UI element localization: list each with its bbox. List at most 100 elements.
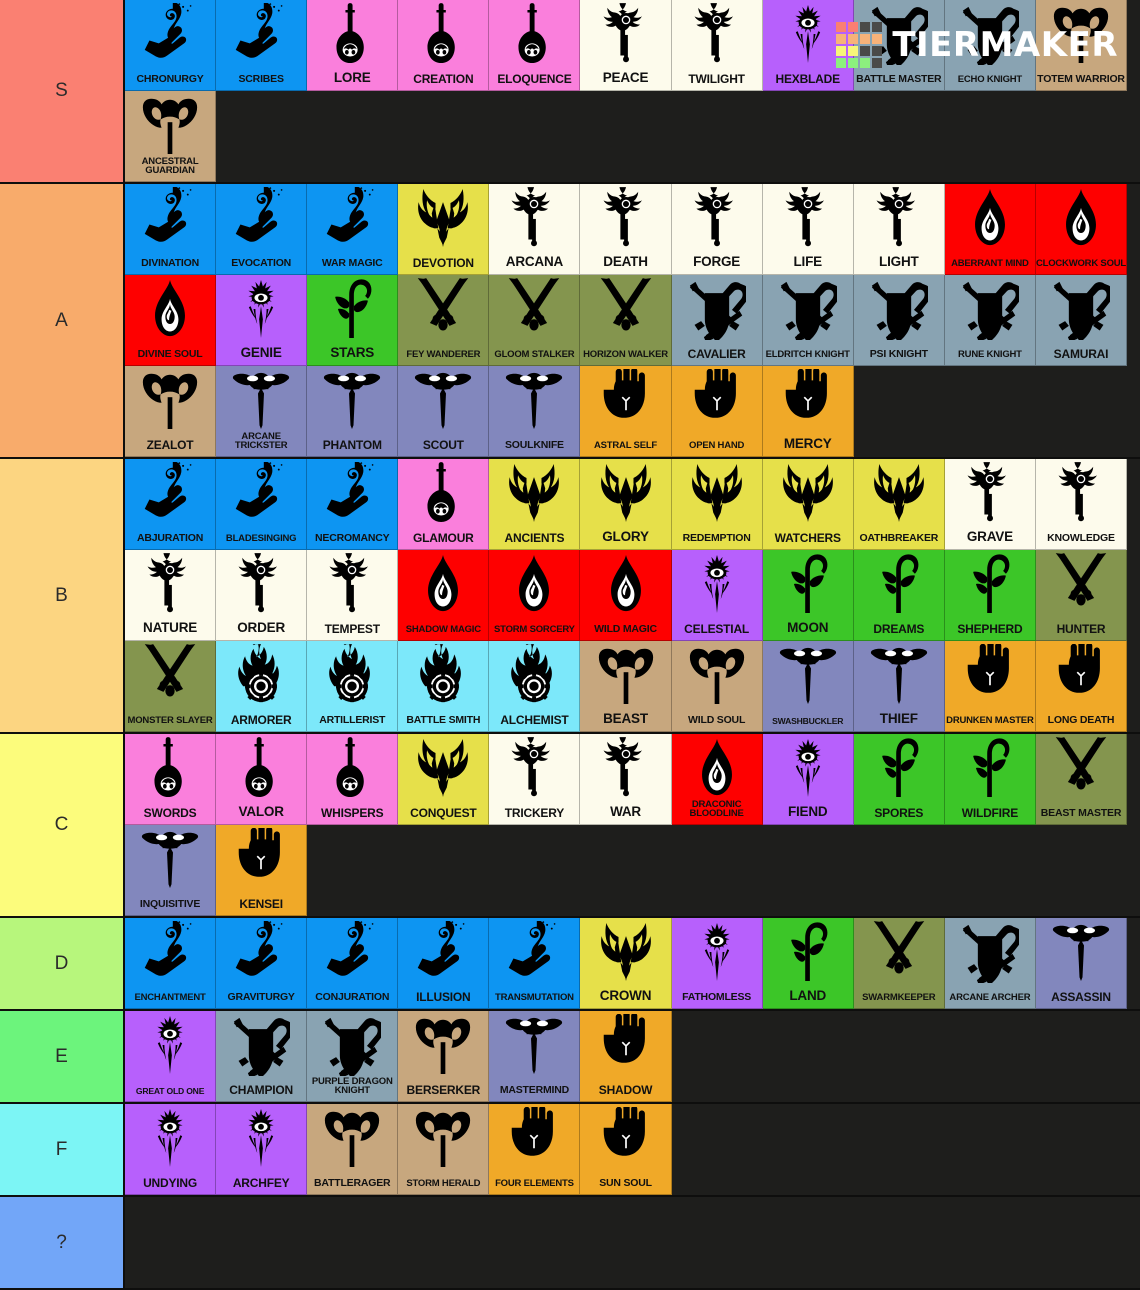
tier-item[interactable]: LAND xyxy=(762,918,854,1009)
tier-item[interactable]: PURPLE DRAGON KNIGHT xyxy=(307,1011,399,1102)
tier-items-e[interactable]: GREAT OLD ONE CHAMPION PURPLE DRAGON KNIGH… xyxy=(125,1011,1140,1102)
tier-item[interactable]: DEATH xyxy=(580,184,672,275)
tier-item[interactable]: WILDFIRE xyxy=(944,734,1036,825)
tier-item[interactable]: BEAST xyxy=(580,641,672,732)
tier-item[interactable]: SHADOW MAGIC xyxy=(398,550,490,641)
tier-item[interactable]: ZEALOT xyxy=(125,366,217,457)
tier-item[interactable]: ANCESTRAL GUARDIAN xyxy=(125,91,217,182)
tier-label-d[interactable]: D xyxy=(0,918,125,1009)
tier-item[interactable]: BERSERKER xyxy=(398,1011,490,1102)
tier-item[interactable]: ARCHFEY xyxy=(216,1104,308,1195)
tier-item[interactable]: EVOCATION xyxy=(216,184,308,275)
tier-item[interactable]: SPORES xyxy=(853,734,945,825)
tier-item[interactable]: INQUISITIVE xyxy=(125,825,217,916)
tier-item[interactable]: ENCHANTMENT xyxy=(125,918,217,1009)
tier-item[interactable]: MERCY xyxy=(762,366,854,457)
tier-item[interactable]: BEAST MASTER xyxy=(1035,734,1128,825)
tier-item[interactable]: NATURE xyxy=(125,550,217,641)
tier-label-unranked[interactable]: ? xyxy=(0,1197,125,1288)
tier-item[interactable]: ALCHEMIST xyxy=(489,641,581,732)
tier-label-b[interactable]: B xyxy=(0,459,125,732)
tier-item[interactable]: KNOWLEDGE xyxy=(1035,459,1128,550)
tier-item[interactable]: PHANTOM xyxy=(307,366,399,457)
tier-item[interactable]: BLADESINGING xyxy=(216,459,308,550)
tier-item[interactable]: MASTERMIND xyxy=(489,1011,581,1102)
tier-items-b[interactable]: ABJURATION BLADESINGING NECROMANCY GLAMOUR A… xyxy=(125,459,1140,732)
tier-item[interactable]: KENSEI xyxy=(216,825,308,916)
tier-item[interactable]: SWARMKEEPER xyxy=(853,918,945,1009)
tier-item[interactable]: SWASHBUCKLER xyxy=(762,641,854,732)
tier-item[interactable]: LONG DEATH xyxy=(1035,641,1128,732)
tier-items-d[interactable]: ENCHANTMENT GRAVITURGY CONJURATION ILLUSION… xyxy=(125,918,1140,1009)
tier-item[interactable]: WATCHERS xyxy=(762,459,854,550)
tier-item[interactable]: GLORY xyxy=(580,459,672,550)
tiermaker-logo[interactable]: TIERMAKER xyxy=(836,22,1118,68)
tier-item[interactable]: HUNTER xyxy=(1035,550,1128,641)
tier-item[interactable]: ORDER xyxy=(216,550,308,641)
tier-item[interactable]: REDEMPTION xyxy=(671,459,763,550)
tier-item[interactable]: ASSASSIN xyxy=(1035,918,1128,1009)
tier-item[interactable]: PEACE xyxy=(580,0,672,91)
tier-item[interactable]: SOULKNIFE xyxy=(489,366,581,457)
tier-item[interactable]: CLOCKWORK SOUL xyxy=(1035,184,1128,275)
tier-item[interactable]: THIEF xyxy=(853,641,945,732)
tier-item[interactable]: CONJURATION xyxy=(307,918,399,1009)
tier-item[interactable]: TRANSMUTATION xyxy=(489,918,581,1009)
tier-item[interactable]: CROWN xyxy=(580,918,672,1009)
tier-item[interactable]: HORIZON WALKER xyxy=(580,275,672,366)
tier-item[interactable]: SCRIBES xyxy=(216,0,308,91)
tier-item[interactable]: LIFE xyxy=(762,184,854,275)
tier-item[interactable]: FORGE xyxy=(671,184,763,275)
tier-label-f[interactable]: F xyxy=(0,1104,125,1195)
tier-item[interactable]: SWORDS xyxy=(125,734,217,825)
tier-item[interactable]: SHEPHERD xyxy=(944,550,1036,641)
tier-item[interactable]: WILD SOUL xyxy=(671,641,763,732)
tier-item[interactable]: PSI KNIGHT xyxy=(853,275,945,366)
tier-item[interactable]: WILD MAGIC xyxy=(580,550,672,641)
tier-item[interactable]: GRAVE xyxy=(944,459,1036,550)
tier-item[interactable]: DIVINATION xyxy=(125,184,217,275)
tier-item[interactable]: WAR xyxy=(580,734,672,825)
tier-item[interactable]: MONSTER SLAYER xyxy=(125,641,217,732)
tier-item[interactable]: GRAVITURGY xyxy=(216,918,308,1009)
tier-item[interactable]: SAMURAI xyxy=(1035,275,1128,366)
tier-item[interactable]: SCOUT xyxy=(398,366,490,457)
tier-item[interactable]: WHISPERS xyxy=(307,734,399,825)
tier-item[interactable]: ARCANE TRICKSTER xyxy=(216,366,308,457)
tier-item[interactable]: ANCIENTS xyxy=(489,459,581,550)
tier-label-a[interactable]: A xyxy=(0,184,125,457)
tier-items-c[interactable]: SWORDS VALOR WHISPERS CONQUEST TRICKERY WAR DR… xyxy=(125,734,1140,916)
tier-item[interactable]: FATHOMLESS xyxy=(671,918,763,1009)
tier-label-s[interactable]: S xyxy=(0,0,125,182)
tier-item[interactable]: RUNE KNIGHT xyxy=(944,275,1036,366)
tier-item[interactable]: LIGHT xyxy=(853,184,945,275)
tier-items-a[interactable]: DIVINATION EVOCATION WAR MAGIC DEVOTION ARCA… xyxy=(125,184,1140,457)
tier-item[interactable]: CREATION xyxy=(398,0,490,91)
tier-item[interactable]: FOUR ELEMENTS xyxy=(489,1104,581,1195)
tier-item[interactable]: STORM HERALD xyxy=(398,1104,490,1195)
tier-item[interactable]: OATHBREAKER xyxy=(853,459,945,550)
tier-item[interactable]: BATTLE SMITH xyxy=(398,641,490,732)
tier-item[interactable]: ABJURATION xyxy=(125,459,217,550)
tier-item[interactable]: ARTILLERIST xyxy=(307,641,399,732)
tier-item[interactable]: TEMPEST xyxy=(307,550,399,641)
tier-label-c[interactable]: C xyxy=(0,734,125,916)
tier-item[interactable]: ARCANA xyxy=(489,184,581,275)
tier-item[interactable]: NECROMANCY xyxy=(307,459,399,550)
tier-item[interactable]: CHAMPION xyxy=(216,1011,308,1102)
tier-item[interactable]: SHADOW xyxy=(580,1011,672,1102)
tier-item[interactable]: ELDRITCH KNIGHT xyxy=(762,275,854,366)
tier-item[interactable]: WAR MAGIC xyxy=(307,184,399,275)
tier-item[interactable]: SUN SOUL xyxy=(580,1104,672,1195)
tier-item[interactable]: FIEND xyxy=(762,734,854,825)
tier-label-e[interactable]: E xyxy=(0,1011,125,1102)
tier-item[interactable]: FEY WANDERER xyxy=(398,275,490,366)
tier-item[interactable]: OPEN HAND xyxy=(671,366,763,457)
tier-item[interactable]: STARS xyxy=(307,275,399,366)
tier-item[interactable]: BATTLERAGER xyxy=(307,1104,399,1195)
tier-item[interactable]: DREAMS xyxy=(853,550,945,641)
tier-item[interactable]: ABERRANT MIND xyxy=(944,184,1036,275)
tier-item[interactable]: TWILIGHT xyxy=(671,0,763,91)
tier-item[interactable]: CAVALIER xyxy=(671,275,763,366)
tier-item[interactable]: STORM SORCERY xyxy=(489,550,581,641)
